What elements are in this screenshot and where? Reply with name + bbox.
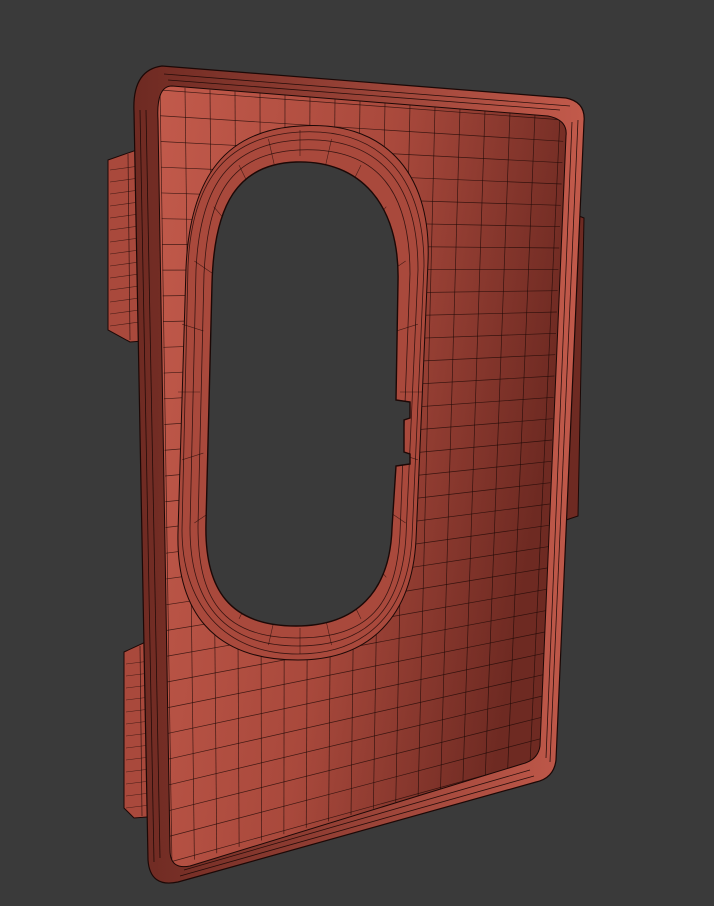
scene-canvas bbox=[107, 65, 585, 884]
oval-hole bbox=[205, 161, 411, 627]
3d-viewport[interactable] bbox=[0, 0, 714, 906]
